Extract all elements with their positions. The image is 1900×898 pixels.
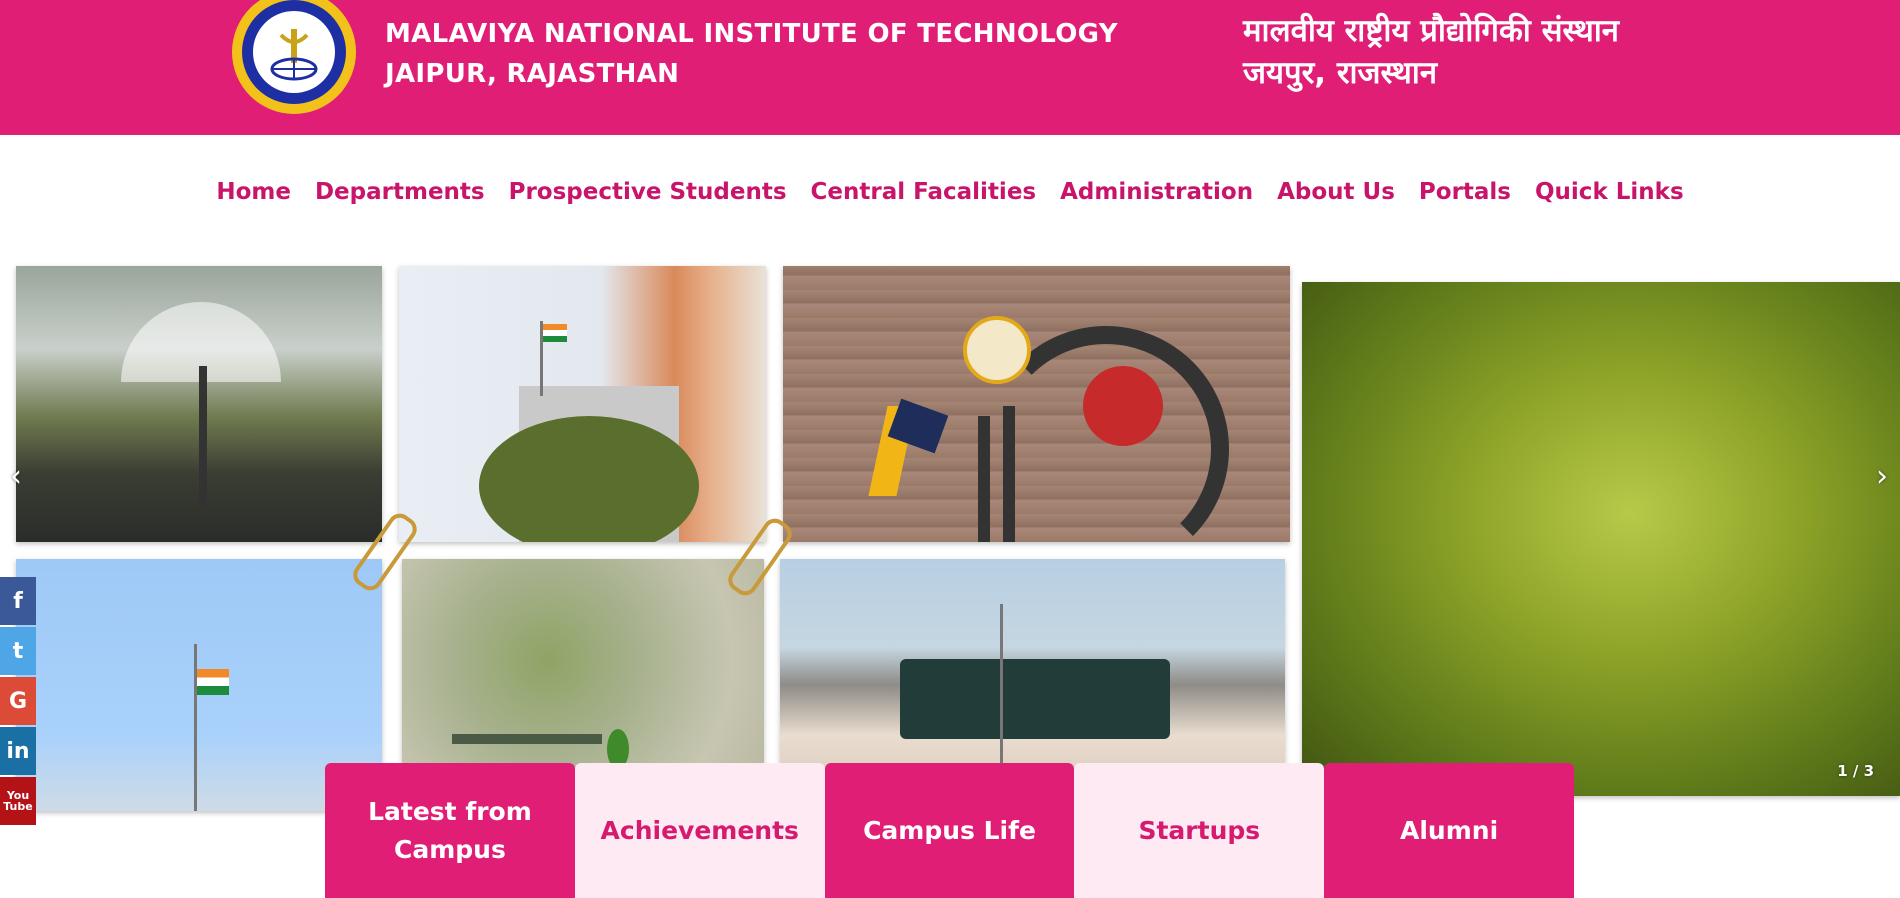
emblem-red-circle — [1083, 366, 1163, 446]
title-en-line1: MALAVIYA NATIONAL INSTITUTE OF TECHNOLOG… — [385, 19, 1118, 49]
tab-latest-from-campus[interactable]: Latest from Campus — [325, 763, 575, 898]
emblem-bar — [978, 416, 990, 542]
nav-item-departments[interactable]: Departments — [303, 172, 497, 212]
emblem-bar — [1003, 406, 1015, 542]
logo-ring — [242, 0, 346, 104]
tab-achievements[interactable]: Achievements — [574, 763, 825, 898]
bird-swing — [452, 734, 602, 744]
title-en-line2: JAIPUR, RAJASTHAN — [385, 59, 680, 89]
institute-title-english: MALAVIYA NATIONAL INSTITUTE OF TECHNOLOG… — [385, 14, 1118, 94]
slider-next-icon[interactable]: › — [1876, 462, 1888, 492]
lamp-emblem-icon — [270, 29, 318, 81]
flag — [197, 669, 229, 695]
fountain-pole — [199, 366, 207, 506]
social-share-bar: f t G in You Tube — [0, 577, 36, 827]
facebook-icon[interactable]: f — [0, 577, 36, 625]
title-hi-line1: मालवीय राष्ट्रीय प्रौद्योगिकी संस्थान — [1243, 13, 1620, 49]
logo-emblem — [253, 11, 335, 93]
building-flag-photo — [399, 266, 766, 542]
institute-logo[interactable] — [232, 0, 356, 114]
tab-campus-life[interactable]: Campus Life — [824, 763, 1075, 898]
emblem-wall-photo — [783, 266, 1290, 542]
twitter-icon[interactable]: t — [0, 627, 36, 675]
google-icon[interactable]: G — [0, 677, 36, 725]
nav-item-prospective-students[interactable]: Prospective Students — [497, 172, 799, 212]
slide-counter: 1 / 3 — [1837, 762, 1874, 780]
nav-item-home[interactable]: Home — [204, 172, 303, 212]
tab-alumni[interactable]: Alumni — [1324, 763, 1574, 898]
nav-item-quick-links[interactable]: Quick Links — [1523, 172, 1696, 212]
nav-item-portals[interactable]: Portals — [1407, 172, 1523, 212]
emblem-badge — [963, 316, 1031, 384]
main-nav: Home Departments Prospective Students Ce… — [0, 172, 1900, 212]
fountain-photo — [16, 266, 382, 542]
youtube-icon[interactable]: You Tube — [0, 777, 36, 825]
nav-item-about-us[interactable]: About Us — [1265, 172, 1407, 212]
linkedin-icon[interactable]: in — [0, 727, 36, 775]
slider-prev-icon[interactable]: ‹ — [10, 462, 22, 492]
fern-photo — [1302, 282, 1900, 796]
nav-item-central-facilities[interactable]: Central Facalities — [799, 172, 1049, 212]
header-bar: MALAVIYA NATIONAL INSTITUTE OF TECHNOLOG… — [0, 0, 1900, 135]
institute-title-hindi: मालवीय राष्ट्रीय प्रौद्योगिकी संस्थान जय… — [1243, 10, 1619, 94]
section-tabs: Latest from Campus Achievements Campus L… — [325, 763, 1574, 898]
flag — [543, 324, 567, 342]
building-portico — [900, 659, 1170, 739]
nav-item-administration[interactable]: Administration — [1048, 172, 1265, 212]
title-hi-line2: जयपुर, राजस्थान — [1243, 55, 1438, 91]
tab-startups[interactable]: Startups — [1074, 763, 1325, 898]
